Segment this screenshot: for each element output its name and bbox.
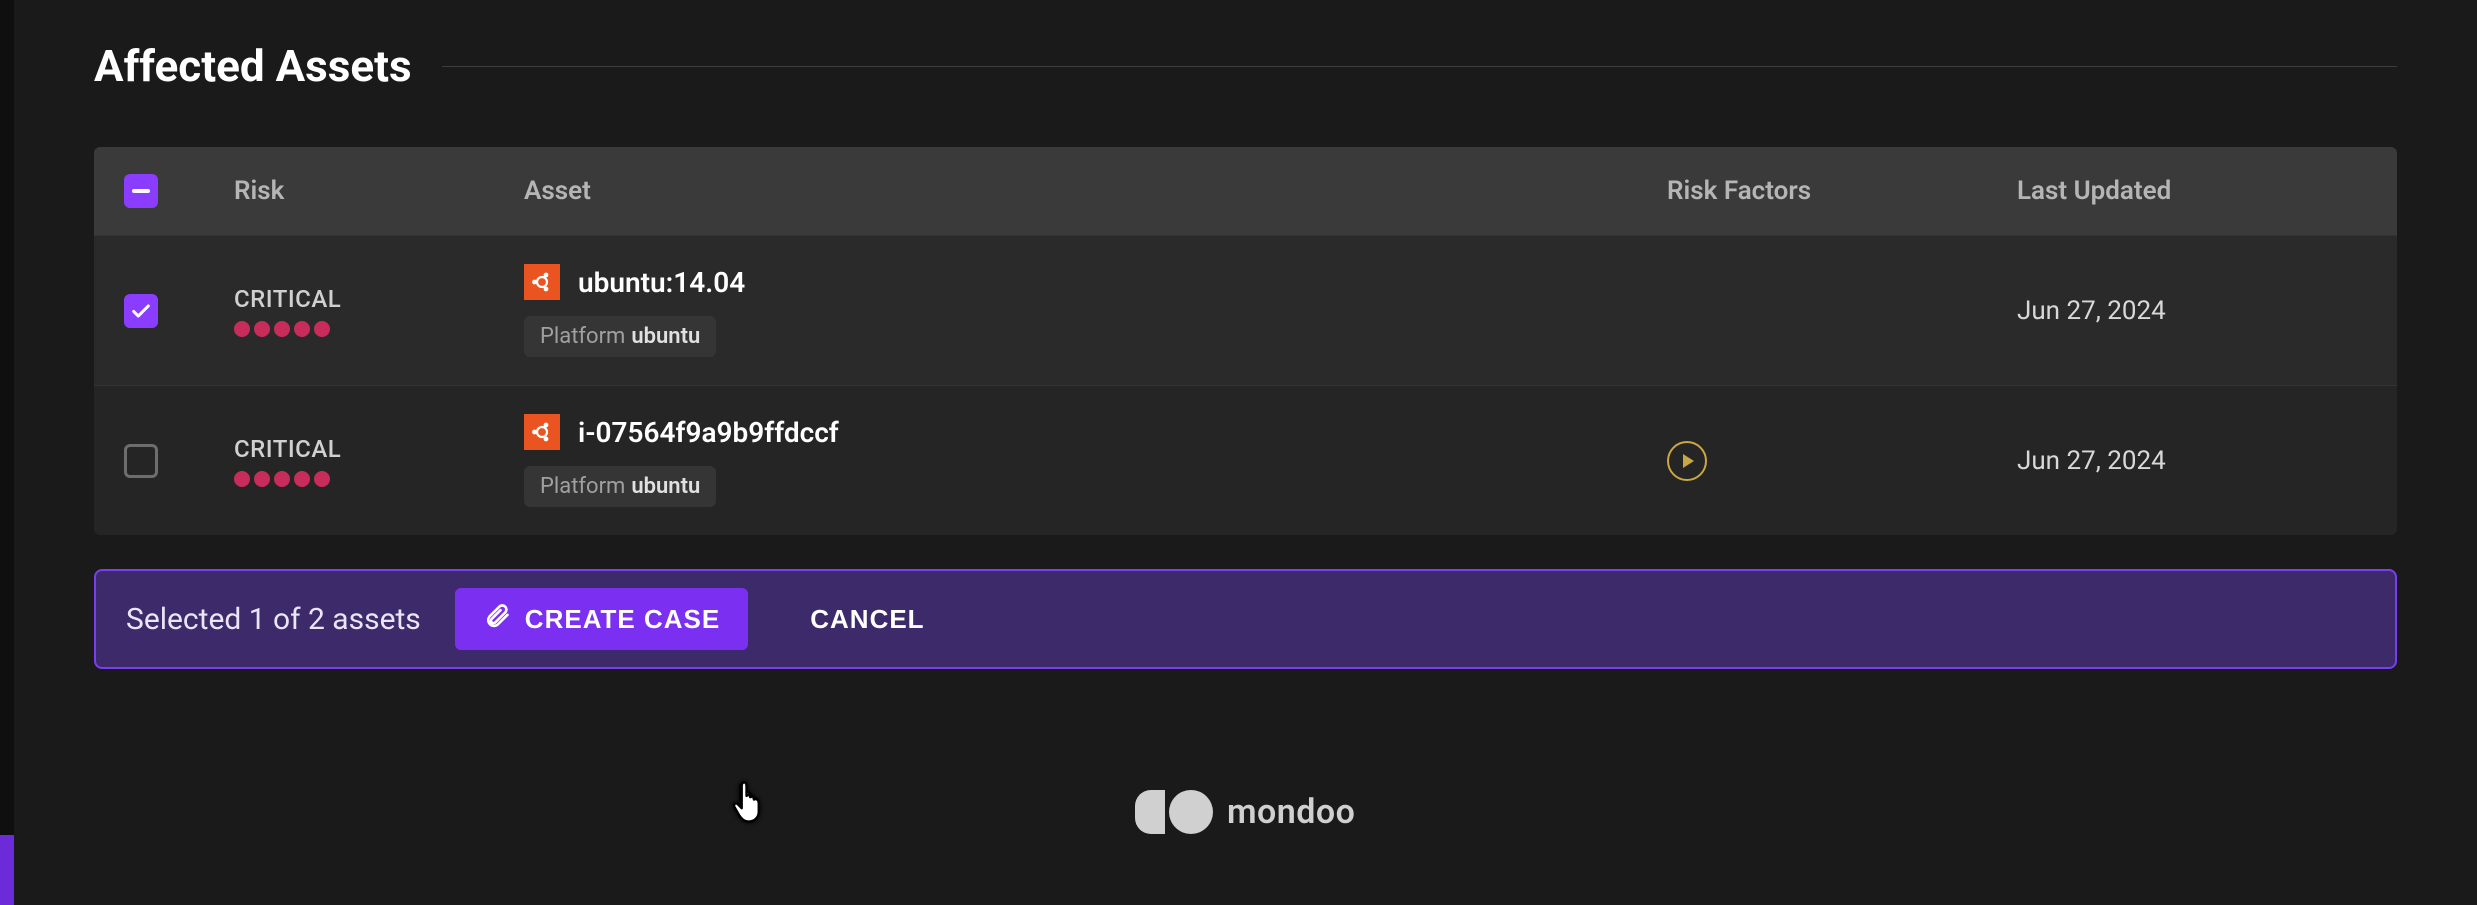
asset-cell: ubuntu:14.04 Platform ubuntu: [524, 264, 1667, 357]
ubuntu-icon: [524, 414, 560, 450]
asset-cell: i-07564f9a9b9ffdccf Platform ubuntu: [524, 414, 1667, 507]
section-divider: [442, 66, 2397, 67]
table-row[interactable]: CRITICAL: [94, 235, 2397, 385]
risk-dots: [234, 321, 524, 337]
selection-action-bar: Selected 1 of 2 assets CREATE CASE CANCE…: [94, 569, 2397, 669]
chip-key: Platform: [540, 474, 625, 499]
asset-name[interactable]: i-07564f9a9b9ffdccf: [578, 416, 839, 449]
col-header-risk[interactable]: Risk: [234, 176, 524, 206]
selection-count-text: Selected 1 of 2 assets: [126, 602, 421, 637]
risk-dot: [254, 321, 270, 337]
row-checkbox[interactable]: [124, 444, 158, 478]
risk-dot: [294, 321, 310, 337]
header-checkbox-cell: [124, 174, 234, 208]
platform-chip[interactable]: Platform ubuntu: [524, 466, 716, 507]
table-body: CRITICAL: [94, 235, 2397, 535]
last-updated-cell: Jun 27, 2024: [2017, 446, 2367, 476]
risk-dot: [274, 471, 290, 487]
page: Affected Assets Risk Asset Risk Factors …: [14, 0, 2477, 905]
risk-label: CRITICAL: [234, 435, 524, 463]
brand-mark-icon: [1135, 790, 1213, 834]
risk-cell: CRITICAL: [234, 285, 524, 337]
create-case-label: CREATE CASE: [525, 604, 720, 635]
brand-name: mondoo: [1227, 792, 1355, 832]
ubuntu-icon: [524, 264, 560, 300]
risk-dot: [234, 321, 250, 337]
col-header-last-updated[interactable]: Last Updated: [2017, 176, 2367, 206]
last-updated-cell: Jun 27, 2024: [2017, 296, 2367, 326]
risk-dot: [254, 471, 270, 487]
paperclip-icon: [483, 602, 511, 637]
left-rail: [0, 0, 14, 905]
col-header-asset[interactable]: Asset: [524, 176, 1667, 206]
section-header: Affected Assets: [94, 40, 2397, 92]
row-checkbox-cell: [124, 294, 234, 328]
chip-key: Platform: [540, 324, 625, 349]
check-icon: [130, 300, 152, 322]
asset-name[interactable]: ubuntu:14.04: [578, 266, 745, 299]
brand-logo[interactable]: mondoo: [1135, 790, 1355, 834]
affected-assets-section: Affected Assets Risk Asset Risk Factors …: [14, 0, 2477, 699]
risk-dots: [234, 471, 524, 487]
table-header-row: Risk Asset Risk Factors Last Updated: [94, 147, 2397, 235]
risk-factors-cell: [1667, 441, 2017, 481]
risk-dot: [314, 321, 330, 337]
risk-dot: [234, 471, 250, 487]
assets-table: Risk Asset Risk Factors Last Updated CRI…: [94, 147, 2397, 535]
asset-name-row: ubuntu:14.04: [524, 264, 1667, 300]
section-title: Affected Assets: [94, 40, 412, 92]
platform-chip[interactable]: Platform ubuntu: [524, 316, 716, 357]
chip-value: ubuntu: [631, 474, 700, 499]
row-checkbox[interactable]: [124, 294, 158, 328]
chip-value: ubuntu: [631, 324, 700, 349]
row-checkbox-cell: [124, 444, 234, 478]
table-row[interactable]: CRITICAL: [94, 385, 2397, 535]
create-case-button[interactable]: CREATE CASE: [455, 588, 748, 650]
play-icon[interactable]: [1667, 441, 1707, 481]
cancel-button[interactable]: CANCEL: [782, 588, 952, 650]
risk-dot: [274, 321, 290, 337]
risk-dot: [314, 471, 330, 487]
triangle-icon: [1683, 454, 1694, 468]
select-all-checkbox[interactable]: [124, 174, 158, 208]
cancel-label: CANCEL: [810, 604, 924, 635]
col-header-risk-factors[interactable]: Risk Factors: [1667, 176, 2017, 206]
risk-cell: CRITICAL: [234, 435, 524, 487]
indeterminate-icon: [132, 189, 150, 193]
risk-dot: [294, 471, 310, 487]
asset-name-row: i-07564f9a9b9ffdccf: [524, 414, 1667, 450]
risk-label: CRITICAL: [234, 285, 524, 313]
